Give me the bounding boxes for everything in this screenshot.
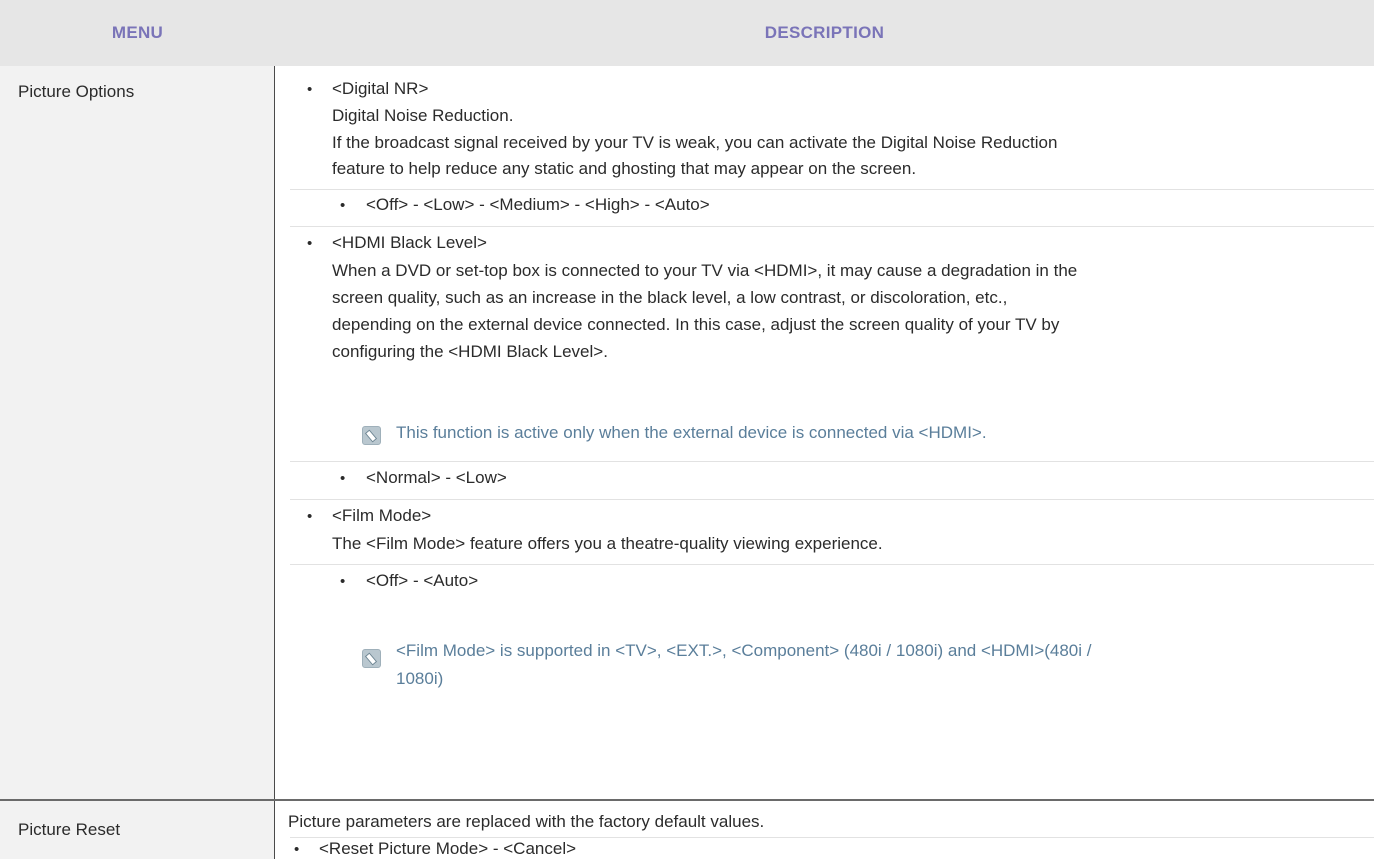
menu-cell: Picture Options [0, 66, 275, 799]
item-line: depending on the external device connect… [332, 315, 1060, 334]
item-line: Digital Noise Reduction. [332, 106, 514, 125]
divider [290, 499, 1374, 500]
option-values-digital-nr: <Off> - <Low> - <Medium> - <High> - <Aut… [366, 195, 710, 214]
item-line: If the broadcast signal received by your… [332, 133, 1058, 152]
item-line: screen quality, such as an increase in t… [332, 288, 1008, 307]
table-header: MENU DESCRIPTION [0, 0, 1374, 66]
item-title-film-mode: <Film Mode> [332, 506, 432, 525]
note-icon [362, 426, 381, 445]
item-title-digital-nr: <Digital NR> [332, 79, 429, 98]
bullet: • [307, 508, 313, 525]
note-icon [362, 649, 381, 668]
option-values-film-mode: <Off> - <Auto> [366, 571, 479, 590]
divider [290, 564, 1374, 565]
header-menu: MENU [111, 23, 164, 42]
note-film-mode-line: 1080i) [396, 669, 444, 688]
item-line: When a DVD or set-top box is connected t… [332, 261, 1078, 280]
item-line: The <Film Mode> feature offers you a the… [332, 534, 883, 553]
bullet: • [294, 841, 300, 858]
bullet: • [340, 573, 346, 590]
menu-label-picture-options: Picture Options [18, 82, 135, 101]
menu-description-table: MENU DESCRIPTION Picture Options • <Digi… [0, 0, 1374, 859]
header-description: DESCRIPTION [764, 23, 885, 42]
menu-label-picture-reset: Picture Reset [18, 820, 121, 839]
bullet: • [307, 235, 313, 252]
option-values-hdmi-black-level: <Normal> - <Low> [366, 468, 507, 487]
note-hdmi: This function is active only when the ex… [396, 423, 987, 442]
reset-description: Picture parameters are replaced with the… [288, 812, 765, 831]
divider [290, 461, 1374, 462]
option-values-picture-reset: <Reset Picture Mode> - <Cancel> [319, 839, 577, 858]
item-line: configuring the <HDMI Black Level>. [332, 342, 608, 361]
item-title-hdmi-black-level: <HDMI Black Level> [332, 233, 487, 252]
bullet: • [307, 81, 313, 98]
note-film-mode-line: <Film Mode> is supported in <TV>, <EXT.>… [396, 641, 1092, 660]
divider [290, 189, 1374, 190]
bullet: • [340, 470, 346, 487]
item-line: feature to help reduce any static and gh… [332, 159, 917, 178]
divider [290, 226, 1374, 227]
bullet: • [340, 197, 346, 214]
menu-cell: Picture Reset [0, 801, 275, 859]
